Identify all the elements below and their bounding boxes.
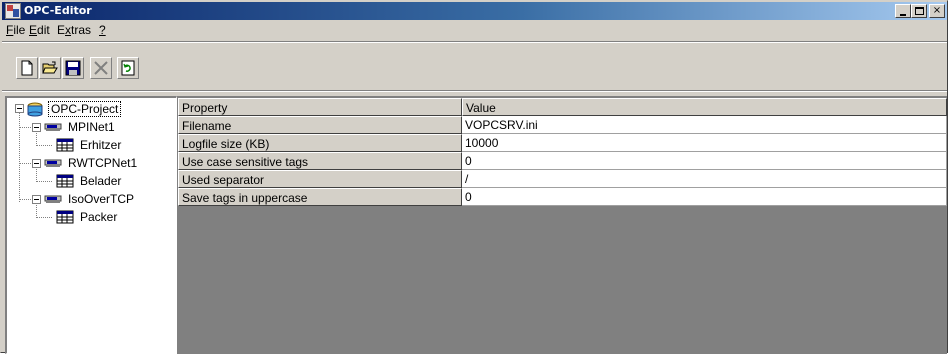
- network-icon: [44, 195, 62, 203]
- tree-node-label: RWTCPNet1: [68, 156, 138, 170]
- refresh-icon: [121, 60, 135, 76]
- menu-edit[interactable]: Edit: [29, 23, 50, 37]
- collapse-toggle-rwtcpnet1[interactable]: [32, 159, 41, 168]
- refresh-button[interactable]: [117, 57, 139, 79]
- maximize-icon: [915, 7, 924, 15]
- table-row[interactable]: Save tags in uppercase 0: [178, 188, 947, 206]
- tree-node-label: IsoOverTCP: [68, 192, 135, 206]
- open-folder-icon: [42, 61, 58, 74]
- tree-node-rwtcpnet1[interactable]: RWTCPNet1: [44, 154, 179, 172]
- opc-editor-window: OPC-Editor × File Edit Extras ? OPC-Proj…: [0, 0, 948, 354]
- header-property[interactable]: Property: [178, 98, 462, 116]
- toolbar-top-separator: [2, 41, 947, 43]
- table-icon: [56, 138, 74, 152]
- menu-help[interactable]: ?: [99, 23, 106, 37]
- tree-node-erhitzer[interactable]: Erhitzer: [56, 136, 176, 154]
- menu-bar: File Edit Extras ?: [2, 20, 947, 40]
- value-cell[interactable]: 10000: [462, 134, 947, 152]
- tree-node-packer[interactable]: Packer: [56, 208, 176, 226]
- header-value[interactable]: Value: [462, 98, 947, 116]
- table-row[interactable]: Logfile size (KB) 10000: [178, 134, 947, 152]
- tree-line: [36, 217, 52, 218]
- tree-node-label: OPC-Project: [48, 101, 122, 117]
- property-grid[interactable]: Property Value Filename VOPCSRV.ini Logf…: [177, 96, 947, 354]
- minimize-button[interactable]: [895, 4, 911, 18]
- maximize-button[interactable]: [911, 4, 927, 18]
- tree-node-opc-project[interactable]: OPC-Project: [26, 100, 176, 118]
- grid-header: Property Value: [178, 98, 947, 116]
- value-cell[interactable]: 0: [462, 188, 947, 206]
- value-cell[interactable]: 0: [462, 152, 947, 170]
- network-icon: [44, 123, 62, 131]
- project-icon: [27, 102, 43, 117]
- tree-node-label: MPINet1: [68, 120, 115, 134]
- property-cell: Save tags in uppercase: [178, 188, 462, 206]
- tree-node-label: Packer: [80, 210, 118, 224]
- window-title: OPC-Editor: [24, 4, 92, 17]
- collapse-toggle-mpinet1[interactable]: [32, 123, 41, 132]
- close-button[interactable]: ×: [929, 4, 945, 18]
- close-icon: ×: [932, 5, 942, 16]
- property-cell: Logfile size (KB): [178, 134, 462, 152]
- delete-icon: [94, 61, 108, 75]
- value-cell[interactable]: VOPCSRV.ini: [462, 116, 947, 134]
- save-button[interactable]: [62, 57, 84, 79]
- tree-node-label: Erhitzer: [80, 138, 122, 152]
- property-cell: Used separator: [178, 170, 462, 188]
- menu-extras[interactable]: Extras: [57, 23, 91, 37]
- table-icon: [56, 210, 74, 224]
- tree-node-belader[interactable]: Belader: [56, 172, 176, 190]
- tree-node-isoovertcp[interactable]: IsoOverTCP: [44, 190, 179, 208]
- toolbar: [2, 44, 947, 88]
- property-cell: Use case sensitive tags: [178, 152, 462, 170]
- toolbar-bottom-separator: [2, 90, 947, 92]
- table-row[interactable]: Filename VOPCSRV.ini: [178, 116, 947, 134]
- tree-line: [19, 163, 33, 164]
- table-row[interactable]: Use case sensitive tags 0: [178, 152, 947, 170]
- table-row[interactable]: Used separator /: [178, 170, 947, 188]
- new-icon: [21, 60, 33, 76]
- project-tree[interactable]: OPC-Project MPINet1 Erhitzer RWTCPNet1 B…: [5, 96, 177, 354]
- tree-line: [19, 199, 33, 200]
- new-button[interactable]: [16, 57, 38, 79]
- tree-line: [36, 145, 52, 146]
- tree-line: [36, 181, 52, 182]
- save-icon: [65, 60, 81, 76]
- menu-file[interactable]: File: [6, 23, 25, 37]
- network-icon: [44, 159, 62, 167]
- collapse-toggle-isoovertcp[interactable]: [32, 195, 41, 204]
- minimize-icon: [900, 14, 906, 16]
- tree-node-label: Belader: [80, 174, 122, 188]
- tree-line: [19, 127, 33, 128]
- table-icon: [56, 174, 74, 188]
- open-button[interactable]: [39, 57, 61, 79]
- tree-node-mpinet1[interactable]: MPINet1: [44, 118, 179, 136]
- delete-button[interactable]: [90, 57, 112, 79]
- value-cell[interactable]: /: [462, 170, 947, 188]
- app-icon: [5, 3, 21, 19]
- collapse-toggle-project[interactable]: [15, 104, 24, 113]
- tree-line: [19, 112, 20, 202]
- title-bar[interactable]: OPC-Editor ×: [2, 2, 947, 20]
- property-cell: Filename: [178, 116, 462, 134]
